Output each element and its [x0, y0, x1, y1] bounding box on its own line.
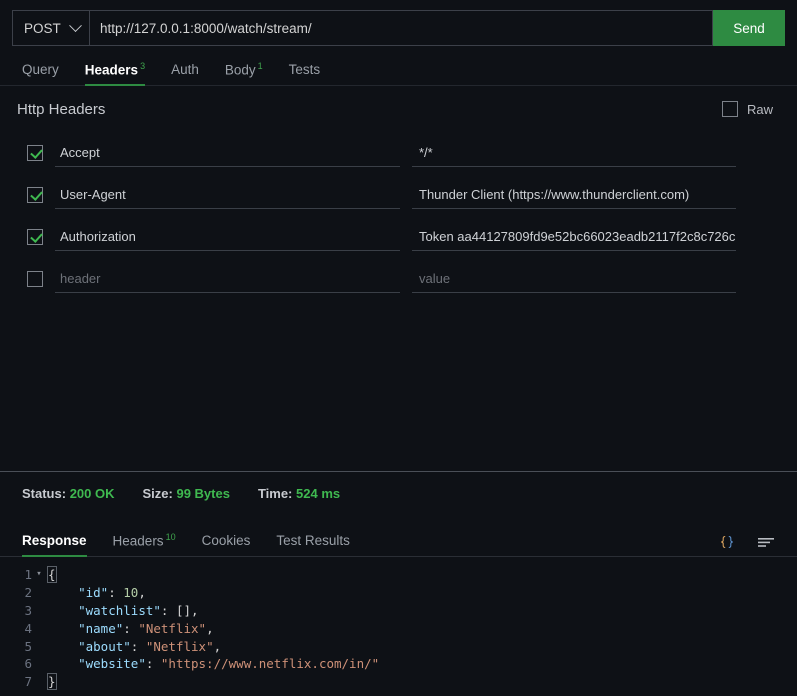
- http-headers-panel: Http Headers Raw Accept */* User-Agent T…: [0, 86, 797, 300]
- line-number: 5: [24, 638, 32, 654]
- header-row: Accept */*: [16, 132, 781, 174]
- tab-headers[interactable]: Headers 3: [84, 60, 146, 86]
- fold-chevron-icon[interactable]: ▾: [32, 570, 46, 579]
- tab-query[interactable]: Query: [22, 62, 59, 85]
- line-number: 3: [24, 602, 32, 618]
- header-value-field[interactable]: Token aa44127809fd9e52bc66023eadb2117f2c…: [412, 222, 736, 251]
- code-text: {: [47, 566, 57, 584]
- code-text: "name": "Netflix",: [78, 620, 214, 636]
- method-label: POST: [24, 20, 61, 36]
- code-text: }: [47, 673, 57, 691]
- tab-query-label: Query: [22, 62, 59, 77]
- tab-test-results[interactable]: Test Results: [276, 533, 350, 556]
- header-name-field[interactable]: Authorization: [55, 222, 400, 251]
- header-name-text: Accept: [60, 144, 100, 160]
- tab-response-headers[interactable]: Headers 10: [113, 532, 176, 557]
- tab-response-headers-badge: 10: [165, 531, 176, 542]
- code-line: 5 "about": "Netflix",: [0, 637, 797, 655]
- line-number: 4: [24, 620, 32, 636]
- status-value: 200 OK: [69, 486, 115, 501]
- request-bar: POST Send: [12, 10, 785, 46]
- send-button[interactable]: Send: [713, 10, 785, 46]
- code-lines: 1 ▾{2 "id": 10, 3 "watchlist": [], 4 "name"…: [0, 566, 797, 691]
- code-line: 7}: [0, 673, 797, 691]
- tab-headers-label: Headers: [84, 62, 139, 77]
- tab-headers-badge: 3: [140, 60, 146, 71]
- code-text: "watchlist": [],: [78, 602, 199, 618]
- tab-body[interactable]: Body 1: [225, 61, 263, 86]
- panel-splitter[interactable]: [0, 471, 797, 472]
- header-name-field[interactable]: User-Agent: [55, 180, 400, 209]
- tab-auth[interactable]: Auth: [171, 62, 199, 85]
- header-row: User-Agent Thunder Client (https://www.t…: [16, 174, 781, 216]
- header-value-field[interactable]: value: [412, 264, 736, 293]
- time-value: 524 ms: [296, 486, 341, 501]
- chevron-down-icon: [69, 18, 82, 32]
- request-tabs: Query Headers 3 Auth Body 1 Tests: [0, 52, 797, 86]
- header-enabled-checkbox[interactable]: [27, 271, 43, 287]
- code-line: 1 ▾{: [0, 566, 797, 584]
- tab-response[interactable]: Response: [22, 533, 87, 557]
- time-badge: Time: 524 ms: [258, 486, 340, 501]
- status-label: Status:: [22, 486, 67, 501]
- header-value-text: */*: [419, 144, 433, 160]
- response-body-editor[interactable]: 1 ▾{2 "id": 10, 3 "watchlist": [], 4 "name"…: [0, 562, 797, 696]
- code-text: "website": "https://www.netflix.com/in/": [78, 656, 380, 672]
- tab-auth-label: Auth: [171, 62, 199, 77]
- code-line: 6 "website": "https://www.netflix.com/in…: [0, 655, 797, 673]
- url-input[interactable]: [89, 10, 713, 46]
- tab-body-badge: 1: [257, 60, 263, 71]
- format-json-icon[interactable]: [719, 534, 735, 550]
- raw-toggle[interactable]: Raw: [721, 101, 773, 117]
- code-line: 4 "name": "Netflix",: [0, 619, 797, 637]
- header-value-text: Token aa44127809fd9e52bc66023eadb2117f2c…: [419, 228, 736, 244]
- headers-panel-header: Http Headers Raw: [16, 86, 781, 132]
- header-value-field[interactable]: */*: [412, 138, 736, 167]
- tab-tests[interactable]: Tests: [289, 62, 321, 85]
- time-label: Time:: [257, 486, 293, 501]
- response-toolbar: [719, 534, 775, 556]
- raw-checkbox[interactable]: [721, 101, 738, 117]
- line-number: 1: [24, 567, 32, 583]
- line-number: 7: [24, 674, 32, 690]
- header-name-field[interactable]: header: [55, 264, 400, 293]
- header-name-text: Authorization: [60, 228, 136, 244]
- header-name-field[interactable]: Accept: [55, 138, 400, 167]
- code-text: "id": 10,: [78, 585, 146, 601]
- response-tabs: Response Headers 10 Cookies Test Results: [0, 525, 797, 557]
- status-badge: Status: 200 OK: [22, 486, 115, 501]
- tab-response-label: Response: [22, 533, 87, 548]
- header-value-text: Thunder Client (https://www.thunderclien…: [419, 186, 690, 202]
- header-value-placeholder: value: [419, 270, 451, 286]
- code-line: 2 "id": 10,: [0, 584, 797, 602]
- line-number: 6: [24, 656, 32, 672]
- response-status-bar: Status: 200 OK Size: 99 Bytes Time: 524 …: [0, 486, 797, 501]
- tab-test-results-label: Test Results: [276, 533, 350, 548]
- code-line: 3 "watchlist": [],: [0, 602, 797, 620]
- code-text: "about": "Netflix",: [78, 638, 222, 654]
- tab-response-headers-label: Headers: [112, 533, 164, 548]
- tab-tests-label: Tests: [288, 62, 321, 77]
- header-row: Authorization Token aa44127809fd9e52bc66…: [16, 216, 781, 258]
- filter-lines-icon[interactable]: [757, 535, 775, 549]
- header-name-text: User-Agent: [60, 186, 126, 202]
- tab-cookies-label: Cookies: [201, 533, 251, 548]
- header-value-field[interactable]: Thunder Client (https://www.thunderclien…: [412, 180, 736, 209]
- header-enabled-checkbox[interactable]: [27, 145, 43, 161]
- raw-label: Raw: [746, 101, 773, 117]
- panel-title: Http Headers: [17, 100, 106, 118]
- header-enabled-checkbox[interactable]: [27, 229, 43, 245]
- size-label: Size:: [142, 486, 173, 501]
- size-value: 99 Bytes: [176, 486, 230, 501]
- header-enabled-checkbox[interactable]: [27, 187, 43, 203]
- method-select[interactable]: POST: [12, 10, 89, 46]
- header-name-placeholder: header: [60, 270, 101, 286]
- header-row-empty: header value: [16, 258, 781, 300]
- tab-cookies[interactable]: Cookies: [202, 533, 251, 556]
- line-number: 2: [24, 585, 32, 601]
- size-badge: Size: 99 Bytes: [143, 486, 230, 501]
- tab-body-label: Body: [224, 62, 256, 77]
